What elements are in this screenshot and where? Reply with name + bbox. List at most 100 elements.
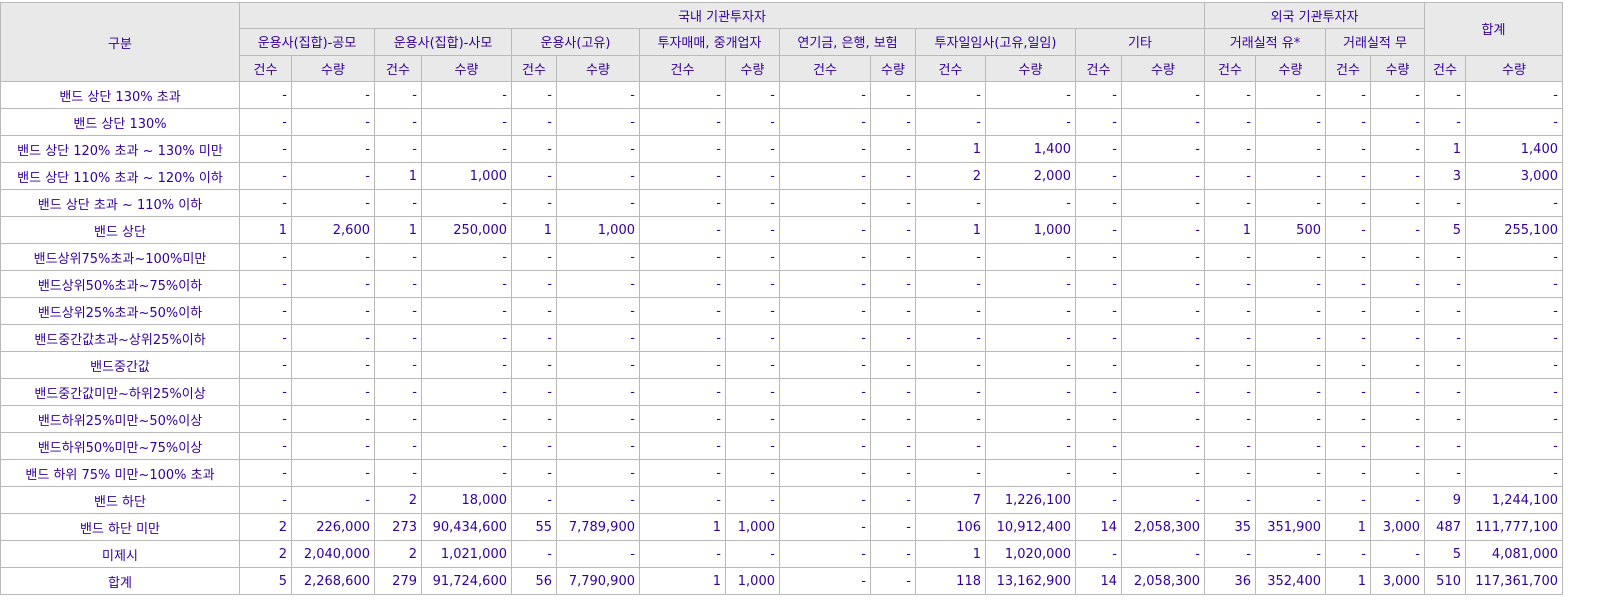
- quantity-cell: -: [725, 351, 780, 379]
- quantity-cell: -: [291, 108, 375, 136]
- count-cell: 1: [1325, 567, 1371, 595]
- row-label: 밴드 상단 130% 초과: [0, 81, 240, 109]
- header-count: 건수: [239, 54, 292, 83]
- quantity-cell: 2,040,000: [291, 540, 375, 568]
- quantity-cell: -: [985, 108, 1076, 136]
- row-label: 합계: [0, 567, 240, 595]
- quantity-cell: -: [291, 324, 375, 352]
- count-cell: 1: [915, 540, 986, 568]
- quantity-cell: -: [421, 135, 512, 163]
- quantity-cell: -: [870, 378, 916, 406]
- quantity-cell: -: [1370, 270, 1425, 298]
- count-cell: 1: [915, 135, 986, 163]
- quantity-cell: -: [291, 81, 375, 109]
- quantity-cell: -: [725, 135, 780, 163]
- count-cell: -: [1075, 81, 1122, 109]
- table-body: 밴드 상단 130% 초과 - - - - - - - - - - - - - - - - - - - - 밴드 상단 1…: [0, 81, 1563, 595]
- header-group: 기타: [1075, 28, 1205, 56]
- row-label: 밴드 상단 초과 ~ 110% 이하: [0, 189, 240, 217]
- quantity-cell: -: [1121, 162, 1205, 190]
- count-cell: -: [779, 378, 871, 406]
- count-cell: -: [915, 351, 986, 379]
- quantity-cell: -: [985, 297, 1076, 325]
- quantity-cell: -: [725, 297, 780, 325]
- header-quantity: 수량: [725, 54, 780, 83]
- table-row: 밴드 상단 130% 초과 - - - - - - - - - - - - - - - - - - - -: [0, 81, 1563, 109]
- quantity-cell: -: [1121, 459, 1205, 487]
- count-cell: -: [511, 270, 557, 298]
- count-cell: -: [1325, 486, 1371, 514]
- quantity-cell: -: [1255, 270, 1326, 298]
- header-quantity: 수량: [291, 54, 375, 83]
- count-cell: -: [511, 351, 557, 379]
- count-cell: -: [239, 81, 292, 109]
- quantity-cell: -: [1370, 405, 1425, 433]
- count-cell: -: [1204, 351, 1256, 379]
- header-group: 거래실적 무: [1325, 28, 1425, 56]
- quantity-cell: 111,777,100: [1465, 513, 1563, 541]
- quantity-cell: -: [1121, 324, 1205, 352]
- header-count: 건수: [915, 54, 986, 83]
- quantity-cell: -: [291, 270, 375, 298]
- quantity-cell: -: [725, 486, 780, 514]
- quantity-cell: -: [421, 297, 512, 325]
- quantity-cell: -: [1121, 216, 1205, 244]
- count-cell: -: [639, 351, 726, 379]
- quantity-cell: -: [870, 297, 916, 325]
- count-cell: -: [779, 189, 871, 217]
- quantity-cell: 255,100: [1465, 216, 1563, 244]
- row-label: 밴드 하단 미만: [0, 513, 240, 541]
- count-cell: -: [779, 108, 871, 136]
- quantity-cell: 90,434,600: [421, 513, 512, 541]
- count-cell: -: [1424, 405, 1466, 433]
- count-cell: -: [511, 162, 557, 190]
- quantity-cell: 91,724,600: [421, 567, 512, 595]
- count-cell: 106: [915, 513, 986, 541]
- quantity-cell: -: [421, 378, 512, 406]
- count-cell: -: [239, 405, 292, 433]
- table-row: 밴드상위25%초과~50%이하 - - - - - - - - - - - - - - - - - - - -: [0, 297, 1563, 325]
- quantity-cell: -: [870, 108, 916, 136]
- quantity-cell: -: [1121, 243, 1205, 271]
- header-group: 거래실적 유*: [1204, 28, 1326, 56]
- quantity-cell: -: [556, 378, 640, 406]
- count-cell: -: [915, 405, 986, 433]
- count-cell: 3: [1424, 162, 1466, 190]
- quantity-cell: -: [985, 81, 1076, 109]
- quantity-cell: -: [870, 459, 916, 487]
- count-cell: -: [639, 216, 726, 244]
- quantity-cell: -: [870, 216, 916, 244]
- count-cell: 1: [639, 513, 726, 541]
- count-cell: -: [1075, 351, 1122, 379]
- quantity-cell: -: [870, 486, 916, 514]
- count-cell: -: [511, 432, 557, 460]
- count-cell: 273: [374, 513, 422, 541]
- count-cell: -: [1204, 459, 1256, 487]
- count-cell: -: [239, 189, 292, 217]
- row-label: 밴드하위50%미만~75%이상: [0, 432, 240, 460]
- count-cell: -: [1325, 378, 1371, 406]
- quantity-cell: -: [1255, 540, 1326, 568]
- quantity-cell: -: [725, 162, 780, 190]
- count-cell: -: [779, 432, 871, 460]
- count-cell: -: [1325, 81, 1371, 109]
- quantity-cell: -: [556, 405, 640, 433]
- quantity-cell: -: [1370, 324, 1425, 352]
- quantity-cell: 13,162,900: [985, 567, 1076, 595]
- quantity-cell: -: [1465, 432, 1563, 460]
- count-cell: -: [639, 243, 726, 271]
- quantity-cell: -: [985, 351, 1076, 379]
- count-cell: -: [1075, 162, 1122, 190]
- quantity-cell: -: [1121, 378, 1205, 406]
- header-count: 건수: [779, 54, 871, 83]
- quantity-cell: -: [421, 81, 512, 109]
- row-label: 밴드 하단: [0, 486, 240, 514]
- count-cell: -: [1204, 243, 1256, 271]
- count-cell: -: [511, 189, 557, 217]
- quantity-cell: -: [556, 270, 640, 298]
- quantity-cell: -: [1121, 270, 1205, 298]
- quantity-cell: -: [1370, 540, 1425, 568]
- quantity-cell: 1,000: [725, 567, 780, 595]
- quantity-cell: -: [1121, 189, 1205, 217]
- header-total: 합계: [1424, 2, 1563, 56]
